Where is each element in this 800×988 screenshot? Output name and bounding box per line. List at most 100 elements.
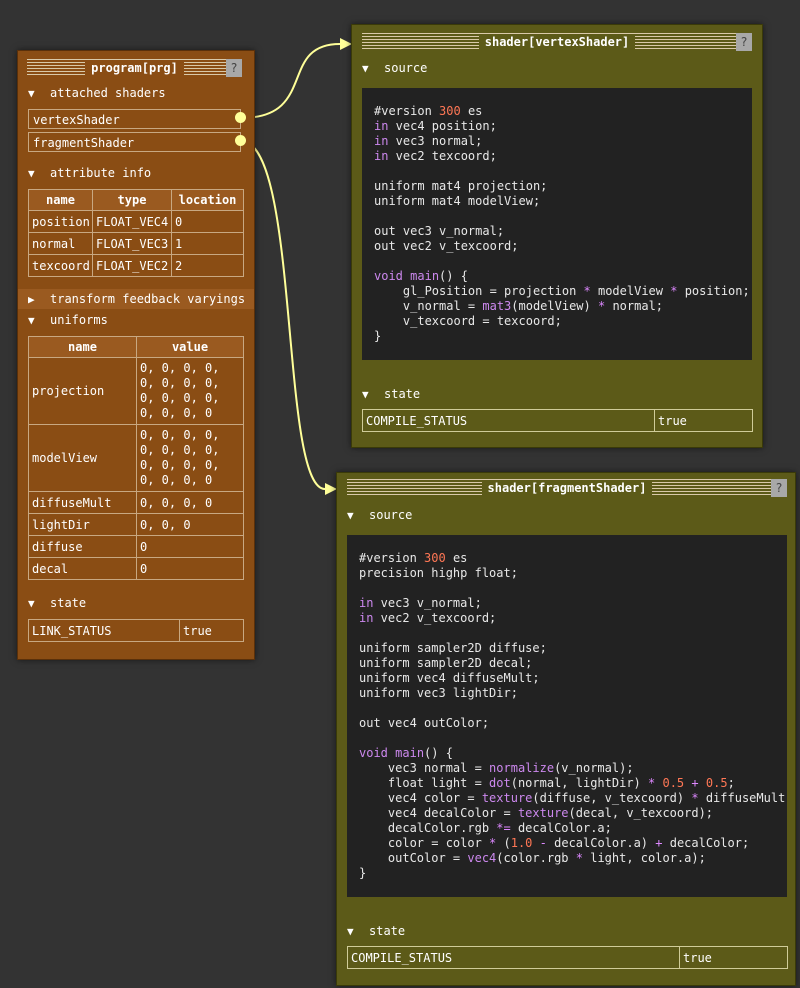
fragment-state-toggle[interactable]: ▼ state (347, 921, 405, 941)
code-line: precision highp float; (359, 566, 518, 580)
vertex-shader-title-bar[interactable]: shader[vertexShader] ? (362, 33, 752, 51)
code-line: } (359, 866, 367, 880)
code-line: uniform vec3 lightDir; (359, 686, 518, 700)
uniforms-label: uniforms (50, 313, 108, 327)
uniform-value: 0, 0, 0, 0, 0, 0, 0, 0, 0, 0, 0, 0, 0, 0… (136, 357, 244, 425)
fragment-state-table: COMPILE_STATUS true (347, 946, 788, 969)
code-line: void main() { (374, 269, 468, 283)
code-line: in vec4 position; (374, 119, 497, 133)
vertex-shader-title: shader[vertexShader] (478, 35, 636, 49)
table-row: diffuse 0 (28, 535, 244, 558)
code-line: out vec3 v_normal; (374, 224, 505, 238)
program-panel[interactable]: program[prg] ? ▼ attached shaders vertexS… (17, 50, 255, 660)
transform-feedback-label: transform feedback varyings (50, 292, 246, 306)
code-line: out vec4 outColor; (359, 716, 490, 730)
uniforms-toggle[interactable]: ▼ uniforms (28, 310, 108, 330)
code-line: #version 300 es (374, 104, 483, 118)
attribute-header-location: location (171, 189, 244, 211)
code-line: float light = dot(normal, lightDir) * 0.… (359, 776, 735, 790)
program-state-toggle[interactable]: ▼ state (28, 593, 86, 613)
code-line: gl_Position = projection * modelView * p… (374, 284, 750, 298)
vertex-state-label: state (384, 387, 421, 401)
attached-shader-name: fragmentShader (33, 136, 135, 150)
uniform-name: modelView (28, 424, 137, 492)
code-line: uniform mat4 projection; (374, 179, 548, 193)
vertex-state-toggle[interactable]: ▼ state (362, 384, 420, 404)
attribute-type: FLOAT_VEC2 (92, 254, 172, 277)
state-name: COMPILE_STATUS (347, 946, 680, 969)
expand-triangle-icon: ▼ (362, 388, 369, 401)
table-row: normal FLOAT_VEC3 1 (28, 232, 244, 255)
program-help-button[interactable]: ? (226, 59, 242, 77)
code-line: } (374, 329, 382, 343)
state-value: true (679, 946, 788, 969)
attached-shader-name: vertexShader (33, 113, 120, 127)
fragment-shader-help-button[interactable]: ? (771, 479, 787, 497)
uniform-header-row: name value (28, 336, 244, 358)
expand-triangle-icon: ▼ (28, 87, 35, 100)
vertex-source-toggle[interactable]: ▼ source (362, 58, 427, 78)
code-line: outColor = vec4(color.rgb * light, color… (359, 851, 706, 865)
expand-triangle-icon: ▼ (28, 597, 35, 610)
attached-shader-vertex[interactable]: vertexShader (28, 109, 241, 129)
transform-feedback-toggle[interactable]: ▶ transform feedback varyings (28, 289, 245, 309)
collapsed-triangle-icon: ▶ (28, 293, 35, 306)
attribute-location: 1 (171, 232, 244, 255)
code-line: v_normal = mat3(modelView) * normal; (374, 299, 664, 313)
attribute-name: position (28, 210, 93, 233)
uniform-header-value: value (136, 336, 244, 358)
uniform-header-name: name (28, 336, 137, 358)
fragment-shader-title-bar[interactable]: shader[fragmentShader] ? (347, 479, 787, 497)
connector-vertex-shader (240, 43, 341, 119)
attribute-info-label: attribute info (50, 166, 152, 180)
fragment-source-toggle[interactable]: ▼ source (347, 505, 412, 525)
table-row: lightDir 0, 0, 0 (28, 513, 244, 536)
expand-triangle-icon: ▼ (347, 925, 354, 938)
state-value: true (179, 619, 244, 642)
program-title: program[prg] (85, 61, 184, 75)
uniform-value: 0, 0, 0 (136, 513, 244, 536)
table-row: decal 0 (28, 557, 244, 580)
fragment-shader-source-code[interactable]: #version 300 es precision highp float; in… (347, 535, 787, 897)
state-name: LINK_STATUS (28, 619, 180, 642)
program-title-bar[interactable]: program[prg] ? (27, 59, 242, 77)
code-line: out vec2 v_texcoord; (374, 239, 519, 253)
vertex-source-label: source (384, 61, 428, 75)
code-line: in vec2 texcoord; (374, 149, 497, 163)
fragment-shader-port[interactable] (235, 135, 246, 146)
code-line: uniform mat4 modelView; (374, 194, 541, 208)
vertex-shader-panel[interactable]: shader[vertexShader] ? ▼ source #version … (351, 24, 763, 448)
expand-triangle-icon: ▼ (28, 167, 35, 180)
attribute-location: 0 (171, 210, 244, 233)
code-line: uniform vec4 diffuseMult; (359, 671, 540, 685)
attached-shaders-label: attached shaders (50, 86, 166, 100)
code-line: v_texcoord = texcoord; (374, 314, 562, 328)
state-name: COMPILE_STATUS (362, 409, 655, 432)
attached-shaders-toggle[interactable]: ▼ attached shaders (28, 83, 166, 103)
attached-shader-fragment[interactable]: fragmentShader (28, 132, 241, 152)
vertex-shader-source-code[interactable]: #version 300 es in vec4 position; in vec3 … (362, 88, 752, 360)
code-line: in vec3 v_normal; (359, 596, 482, 610)
attribute-type: FLOAT_VEC3 (92, 232, 172, 255)
expand-triangle-icon: ▼ (28, 314, 35, 327)
fragment-source-label: source (369, 508, 413, 522)
expand-triangle-icon: ▼ (347, 509, 354, 522)
vertex-shader-port[interactable] (235, 112, 246, 123)
fragment-state-label: state (369, 924, 406, 938)
vertex-state-table: COMPILE_STATUS true (362, 409, 753, 432)
code-line: in vec2 v_texcoord; (359, 611, 497, 625)
vertex-shader-help-button[interactable]: ? (736, 33, 752, 51)
attribute-info-toggle[interactable]: ▼ attribute info (28, 163, 151, 183)
fragment-shader-panel[interactable]: shader[fragmentShader] ? ▼ source #versio… (336, 472, 796, 986)
attribute-header-row: name type location (28, 189, 244, 211)
code-line: decalColor.rgb *= decalColor.a; (359, 821, 612, 835)
program-state-table: LINK_STATUS true (28, 619, 244, 642)
uniform-name: projection (28, 357, 137, 425)
attribute-name: normal (28, 232, 93, 255)
code-line: #version 300 es (359, 551, 468, 565)
